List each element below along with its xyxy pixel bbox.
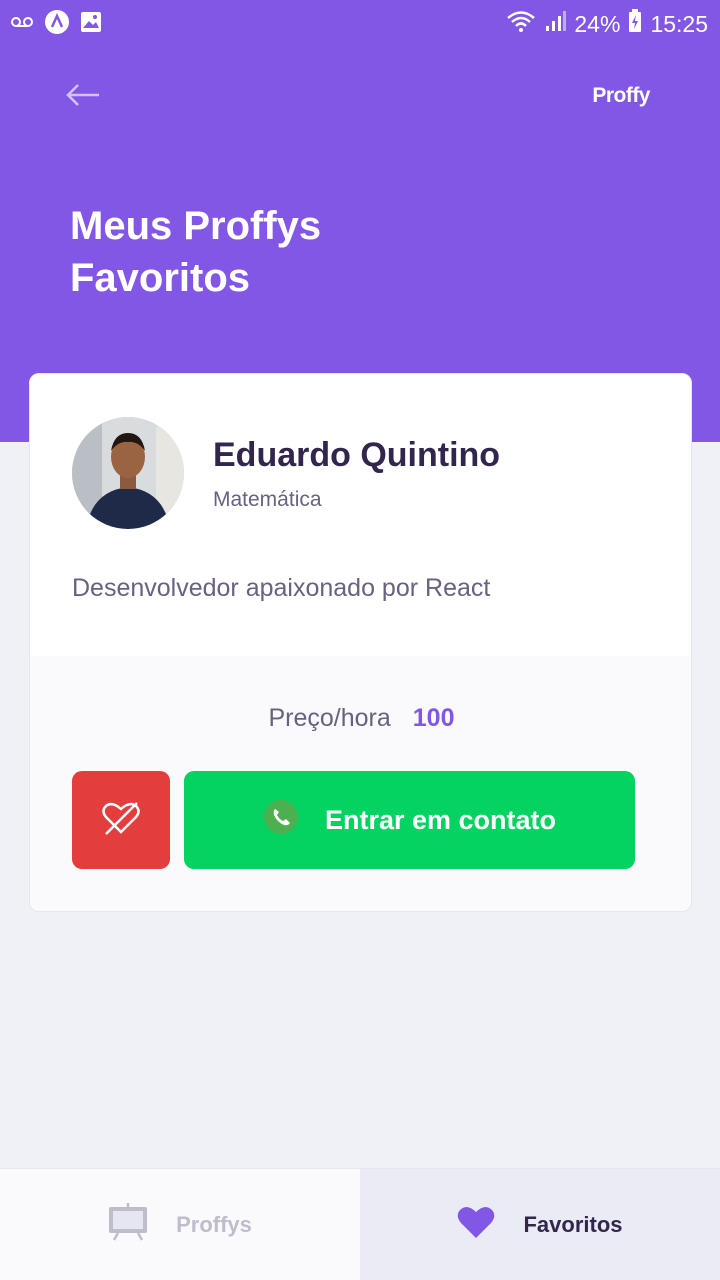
- tab-proffys-label: Proffys: [176, 1211, 252, 1237]
- avatar: [72, 417, 184, 529]
- easel-icon: [108, 1202, 148, 1247]
- price-label: Preço/hora: [268, 704, 391, 732]
- arrow-left-icon: [66, 83, 100, 111]
- signal-icon: [544, 10, 567, 38]
- teacher-card: Eduardo Quintino Matemática Desenvolvedo…: [29, 373, 692, 912]
- brand-logo: Proffy: [592, 84, 650, 107]
- contact-button[interactable]: Entrar em contato: [184, 771, 635, 869]
- voicemail-icon: [10, 15, 34, 34]
- page-title: Meus Proffys Favoritos: [70, 204, 322, 300]
- price-value: 100: [412, 704, 455, 732]
- tab-favoritos[interactable]: Favoritos: [360, 1169, 720, 1280]
- tab-proffys[interactable]: Proffys: [0, 1169, 360, 1280]
- wifi-icon: [506, 10, 536, 38]
- status-bar: 24% 15:25: [0, 0, 720, 48]
- teacher-name: Eduardo Quintino: [213, 436, 501, 474]
- battery-text: 24%: [574, 10, 621, 37]
- app-icon: [44, 9, 70, 40]
- status-left: [10, 9, 102, 40]
- heart-icon: [457, 1205, 495, 1245]
- contact-button-label: Entrar em contato: [324, 804, 557, 835]
- whatsapp-icon: [263, 799, 299, 842]
- tab-favoritos-label: Favoritos: [523, 1211, 623, 1237]
- status-right: 24% 15:25: [506, 9, 708, 39]
- battery-icon: [628, 9, 642, 39]
- teacher-bio: Desenvolvedor apaixonado por React: [72, 574, 491, 602]
- back-button[interactable]: [66, 82, 106, 112]
- image-icon: [80, 11, 102, 38]
- teacher-subject: Matemática: [213, 488, 322, 511]
- price-row: Preço/hora 100: [30, 704, 691, 733]
- bottom-tab-bar: Proffys Favoritos: [0, 1168, 720, 1280]
- clock: 15:25: [650, 10, 708, 37]
- unfavorite-button[interactable]: [72, 771, 170, 869]
- heart-outline-icon: [102, 801, 140, 840]
- card-footer: Preço/hora 100 Entrar em contato: [30, 656, 691, 911]
